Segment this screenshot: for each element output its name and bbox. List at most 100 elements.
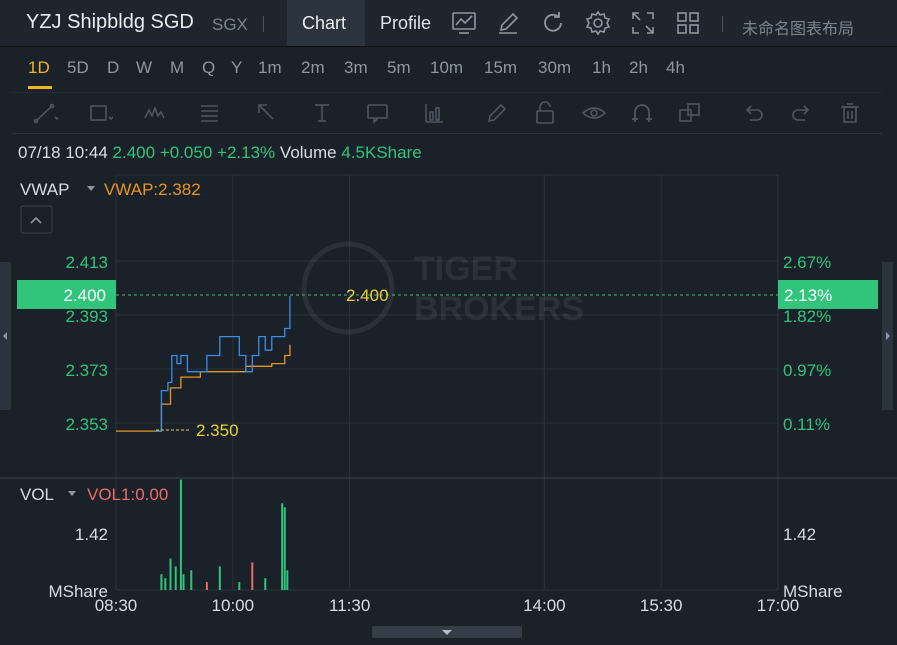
text-tool-icon[interactable] — [310, 100, 336, 126]
callout-tool-icon[interactable] — [365, 100, 391, 126]
volume-bar — [264, 578, 267, 590]
fullscreen-icon[interactable] — [630, 10, 656, 36]
quote-price: 2.400 — [112, 143, 156, 162]
redo-icon[interactable] — [789, 100, 815, 126]
measure-tool-icon[interactable] — [421, 100, 447, 126]
x-tick: 17:00 — [757, 596, 800, 615]
period-15m[interactable]: 15m — [484, 58, 517, 78]
chevron-down-icon — [442, 630, 452, 635]
active-period-underline — [28, 86, 52, 89]
period-5m[interactable]: 5m — [387, 58, 411, 78]
period-m[interactable]: M — [170, 58, 184, 78]
volume-bar — [286, 570, 289, 590]
undo-icon[interactable] — [740, 100, 766, 126]
fibonacci-tool-icon[interactable] — [198, 100, 224, 126]
period-selector: 1D 5D D W M Q Y 1m 2m 3m 5m 10m 15m 30m … — [0, 47, 897, 90]
price-indicator-name[interactable]: VWAP — [20, 180, 69, 199]
watermark-text-2: BROKERS — [414, 290, 584, 328]
x-tick: 14:00 — [523, 596, 566, 615]
pct-tick: 0.97% — [783, 361, 831, 380]
indicator-chart-icon[interactable] — [451, 10, 477, 36]
vol1-value: VOL1:0.00 — [87, 485, 168, 504]
pattern-tool-icon[interactable] — [143, 100, 169, 126]
vwap-line — [116, 344, 291, 432]
y-tick: 2.353 — [65, 415, 108, 434]
y-tick: 2.393 — [65, 307, 108, 326]
line-tool-icon[interactable] — [32, 100, 60, 126]
vol-y-tick-right: 1.42 — [783, 525, 816, 544]
volume-dropdown-icon[interactable] — [68, 491, 76, 496]
draw-pen-icon[interactable] — [495, 10, 521, 36]
settings-gear-icon[interactable] — [585, 10, 611, 36]
magnet-icon[interactable] — [629, 100, 655, 126]
vol-y-tick: 1.42 — [75, 525, 108, 544]
exchange-label: SGX — [212, 15, 248, 34]
volume-bar — [281, 503, 284, 590]
refresh-icon[interactable] — [540, 10, 566, 36]
low-label: 2.350 — [196, 421, 239, 440]
tab-chart[interactable]: Chart — [287, 0, 365, 46]
volume-bar — [182, 574, 185, 590]
current-price-tag-text: 2.400 — [63, 286, 106, 305]
volume-indicator-name[interactable]: VOL — [20, 485, 54, 504]
volume-bar — [179, 479, 182, 590]
chart-canvas[interactable]: TIGER BROKERS VWAP VWAP:2.382 VOL VOL1:0… — [0, 170, 897, 645]
pct-tick: 2.67% — [783, 253, 831, 272]
period-d[interactable]: D — [107, 58, 119, 78]
layout-grid-icon[interactable] — [675, 10, 701, 36]
volume-bars — [160, 479, 289, 590]
layers-icon[interactable] — [677, 100, 703, 126]
period-q[interactable]: Q — [202, 58, 215, 78]
pct-tick: 0.11% — [783, 415, 830, 434]
period-1d[interactable]: 1D — [28, 58, 50, 78]
rectangle-tool-icon[interactable] — [87, 100, 114, 126]
pct-tick: 1.82% — [783, 307, 831, 326]
volume-bar — [238, 582, 241, 590]
current-pct-tag-text: 2.13% — [784, 286, 832, 305]
quote-volume: 4.5KShare — [341, 143, 422, 162]
tab-profile-label: Profile — [380, 13, 432, 33]
volume-bar — [174, 566, 177, 590]
volume-bar — [218, 566, 221, 590]
period-3m[interactable]: 3m — [344, 58, 368, 78]
y-tick: 2.373 — [65, 361, 108, 380]
y-tick: 2.413 — [65, 253, 108, 272]
divider — [263, 16, 264, 32]
trash-icon[interactable] — [837, 100, 863, 126]
x-tick: 08:30 — [95, 596, 138, 615]
timeline-scrollbar[interactable] — [372, 626, 522, 638]
stock-title: YZJ Shipbldg SGD — [26, 11, 194, 33]
period-10m[interactable]: 10m — [430, 58, 463, 78]
x-tick: 11:30 — [329, 596, 370, 615]
indicator-dropdown-icon[interactable] — [87, 186, 95, 191]
volume-bar — [190, 570, 193, 590]
pen-tool-icon[interactable] — [484, 100, 510, 126]
period-1h[interactable]: 1h — [592, 58, 611, 78]
watermark-text-1: TIGER — [414, 250, 518, 288]
period-2h[interactable]: 2h — [629, 58, 648, 78]
period-w[interactable]: W — [136, 58, 152, 78]
divider — [722, 16, 723, 32]
series-layer — [116, 296, 291, 432]
tab-profile[interactable]: Profile — [365, 0, 445, 46]
drawing-toolbar — [12, 92, 882, 134]
volume-bar — [160, 574, 163, 590]
period-30m[interactable]: 30m — [538, 58, 571, 78]
tab-chart-label: Chart — [302, 13, 347, 33]
period-1m[interactable]: 1m — [258, 58, 282, 78]
chevron-up-icon — [30, 216, 42, 224]
arrow-tool-icon[interactable] — [254, 100, 280, 126]
x-tick: 15:30 — [640, 596, 683, 615]
period-y[interactable]: Y — [231, 58, 242, 78]
x-tick: 10:00 — [212, 596, 255, 615]
volume-bar — [283, 507, 286, 590]
header-bar: YZJ Shipbldg SGD SGX Chart Profile 未命名图表… — [0, 0, 897, 47]
layout-name[interactable]: 未命名图表布局 — [742, 15, 854, 39]
quote-change: +0.050 — [159, 143, 213, 162]
period-4h[interactable]: 4h — [666, 58, 685, 78]
period-2m[interactable]: 2m — [301, 58, 325, 78]
lock-icon[interactable] — [532, 100, 558, 126]
volume-bar — [251, 562, 254, 590]
eye-icon[interactable] — [581, 100, 607, 126]
period-5d[interactable]: 5D — [67, 58, 89, 78]
